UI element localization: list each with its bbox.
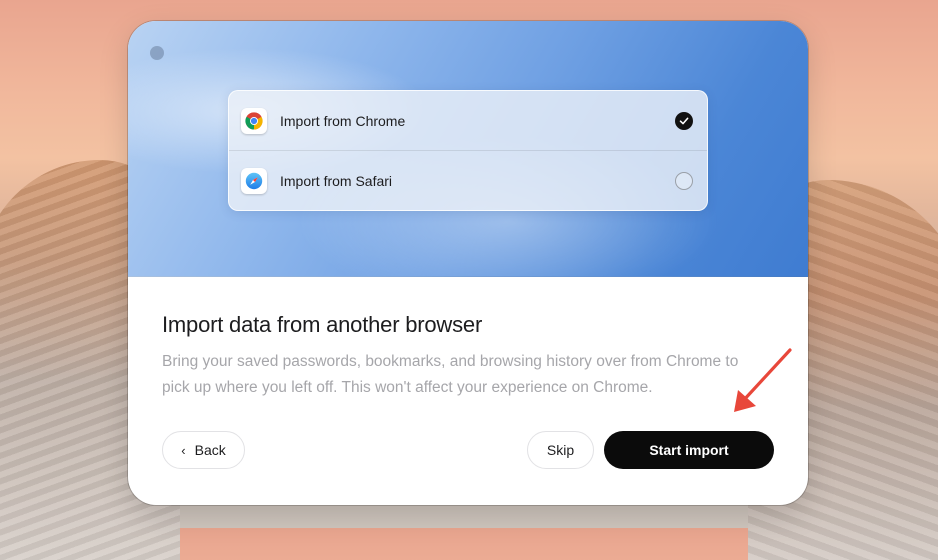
start-import-button[interactable]: Start import [604,431,774,469]
skip-button[interactable]: Skip [527,431,594,469]
skip-label: Skip [546,442,575,458]
window-control-dot[interactable] [150,46,164,60]
red-arrow-icon [734,348,792,412]
checkmark-icon [679,117,689,124]
back-button[interactable]: ‹ Back [162,431,245,469]
option-label: Import from Chrome [280,112,406,129]
dialog-hero: Import from Chrome Import from Safari [128,21,808,277]
start-import-label: Start import [649,442,729,458]
chrome-icon [241,107,267,134]
radio-selected[interactable] [675,111,693,130]
safari-icon [241,167,267,194]
back-label: Back [194,442,226,458]
browser-options-card: Import from Chrome Import from Safari [228,90,708,211]
option-import-chrome[interactable]: Import from Chrome [229,91,707,151]
import-dialog: Import from Chrome Import from Safari Im… [128,21,808,505]
dialog-description: Bring your saved passwords, bookmarks, a… [162,353,739,396]
option-import-safari[interactable]: Import from Safari [229,151,707,210]
option-label: Import from Safari [280,172,393,189]
dialog-title: Import data from another browser [162,312,483,337]
chevron-left-icon: ‹ [181,442,186,458]
radio-unselected[interactable] [675,171,693,190]
